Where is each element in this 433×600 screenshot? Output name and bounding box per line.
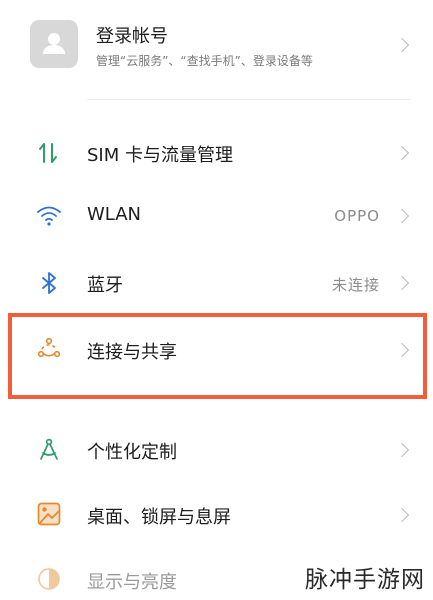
settings-item-wallpaper[interactable]: 桌面、锁屏与息屏: [0, 488, 433, 542]
wallpaper-icon: [37, 502, 61, 526]
account-title: 登录帐号: [96, 26, 168, 47]
settings-item-personalization[interactable]: 个性化定制: [0, 423, 433, 477]
settings-item-label: 蓝牙: [87, 275, 123, 296]
account-row[interactable]: 登录帐号 管理“云服务”、“查找手机”、登录设备等: [0, 0, 433, 100]
settings-item-wlan[interactable]: WLAN OPPO: [0, 189, 433, 243]
account-subtitle: 管理“云服务”、“查找手机”、登录设备等: [96, 54, 313, 68]
settings-item-label: WLAN: [87, 204, 142, 225]
chevron-right-icon: [394, 507, 410, 523]
watermark: 脉冲手游网: [305, 567, 425, 593]
chevron-right-icon: [394, 275, 410, 291]
brightness-icon: [38, 568, 60, 590]
wlan-network-value: OPPO: [334, 207, 380, 225]
chevron-right-icon: [394, 37, 410, 53]
settings-item-label: 桌面、锁屏与息屏: [87, 507, 231, 528]
personalization-icon: [40, 438, 58, 460]
settings-item-label: 个性化定制: [87, 442, 177, 463]
settings-item-bluetooth[interactable]: 蓝牙 未连接: [0, 256, 433, 310]
settings-item-label: SIM 卡与流量管理: [87, 145, 233, 166]
wifi-icon: [37, 206, 61, 226]
chevron-right-icon: [394, 442, 410, 458]
chevron-right-icon: [394, 145, 410, 161]
sim-data-icon: [39, 143, 57, 163]
bluetooth-icon: [42, 272, 56, 294]
divider: [87, 99, 411, 100]
chevron-right-icon: [394, 208, 410, 224]
person-icon: [43, 33, 65, 54]
avatar: [30, 20, 78, 68]
settings-item-label: 显示与亮度: [87, 572, 177, 593]
highlight-box: [8, 313, 427, 399]
bluetooth-status-value: 未连接: [331, 276, 380, 294]
settings-item-sim[interactable]: SIM 卡与流量管理: [0, 126, 433, 180]
